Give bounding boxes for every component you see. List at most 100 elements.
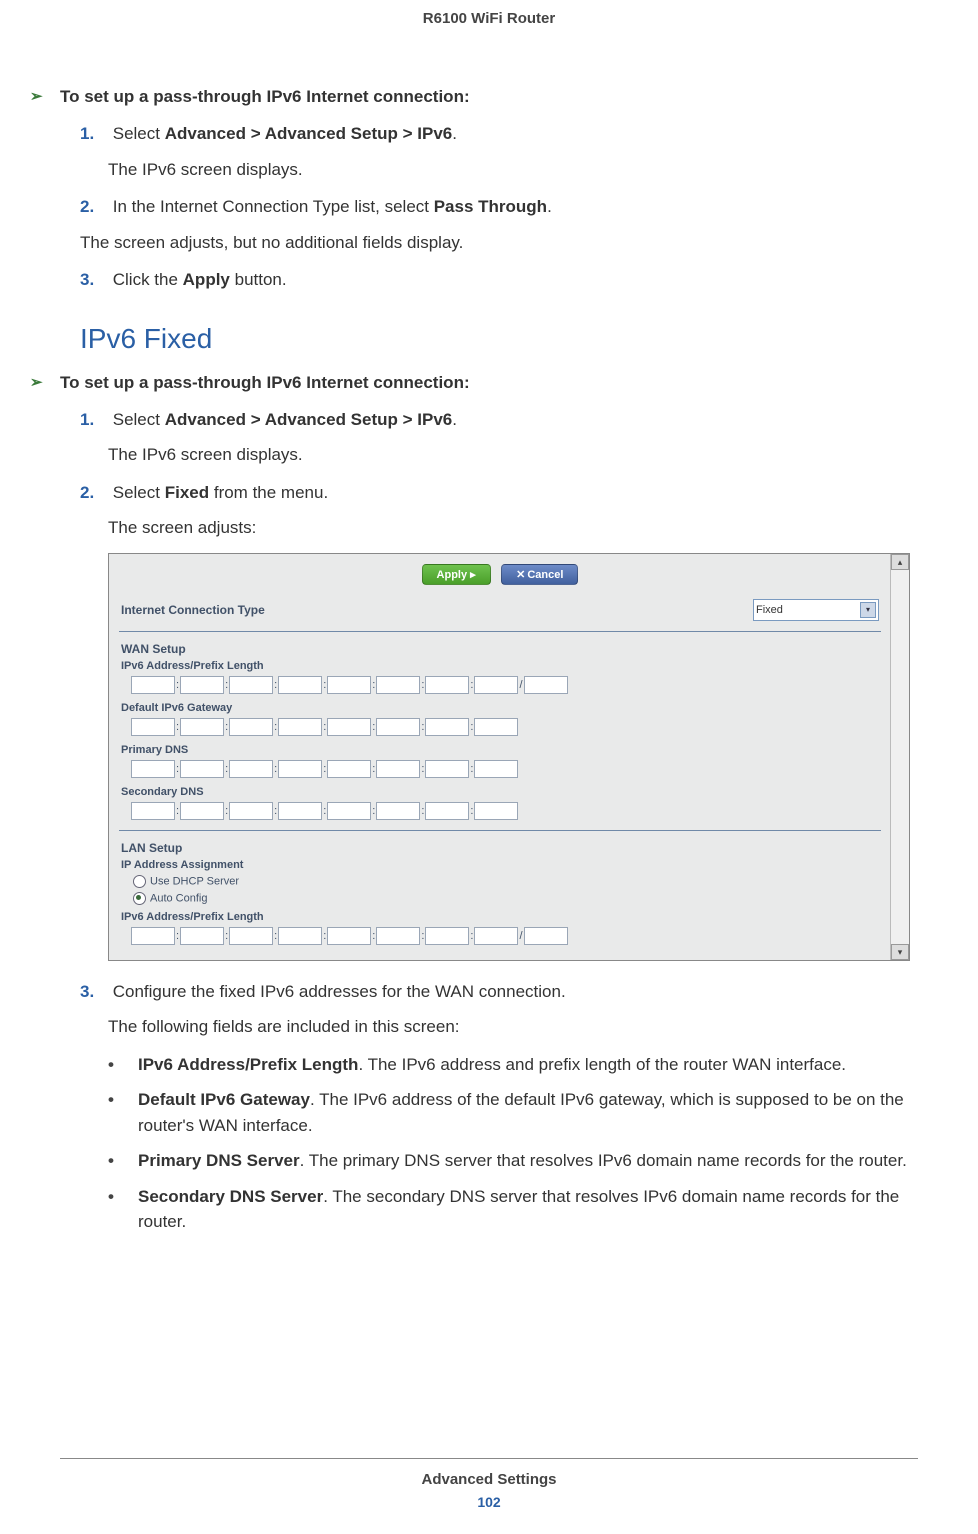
step-number: 2. (80, 194, 108, 220)
ip-segment-input[interactable] (474, 927, 518, 945)
ip-segment-input[interactable] (180, 927, 224, 945)
autoconfig-radio-label: Auto Config (150, 893, 207, 905)
dhcp-radio-label: Use DHCP Server (150, 876, 239, 888)
procedure-heading-2: To set up a pass-through IPv6 Internet c… (60, 373, 918, 393)
ip-segment-input[interactable] (376, 927, 420, 945)
step-1-2: 2. In the Internet Connection Type list,… (80, 194, 918, 220)
step-text: Click the (113, 270, 183, 289)
default-gateway-fields: ::::::: (119, 716, 881, 740)
ip-segment-input[interactable] (229, 676, 273, 694)
connection-type-value: Fixed (756, 604, 783, 616)
connection-type-label: Internet Connection Type (121, 603, 265, 617)
ipv6-address-prefix-label: IPv6 Address/Prefix Length (119, 656, 881, 674)
scroll-up-icon[interactable]: ▴ (891, 554, 909, 570)
list-item: Secondary DNS Server. The secondary DNS … (108, 1184, 918, 1235)
primary-dns-label: Primary DNS (119, 740, 881, 758)
ip-segment-input[interactable] (327, 760, 371, 778)
ip-segment-input[interactable] (131, 718, 175, 736)
ip-segment-input[interactable] (327, 802, 371, 820)
ip-segment-input[interactable] (376, 760, 420, 778)
step-text-bold: Fixed (165, 483, 209, 502)
step-text: In the Internet Connection Type list, se… (113, 197, 434, 216)
page-header: R6100 WiFi Router (60, 10, 918, 27)
ip-segment-input[interactable] (425, 718, 469, 736)
ip-segment-input[interactable] (376, 802, 420, 820)
autoconfig-radio-row[interactable]: Auto Config (119, 890, 881, 907)
ip-segment-input[interactable] (131, 802, 175, 820)
step-2-1: 1. Select Advanced > Advanced Setup > IP… (80, 407, 918, 433)
connection-type-select[interactable]: Fixed ▾ (753, 599, 879, 621)
ip-segment-input[interactable] (474, 802, 518, 820)
between-text: The screen adjusts, but no additional fi… (80, 230, 918, 256)
ip-segment-input[interactable] (278, 802, 322, 820)
step-number: 1. (80, 407, 108, 433)
footer-page-number: 102 (60, 1494, 918, 1510)
list-item-term: IPv6 Address/Prefix Length (138, 1055, 358, 1074)
ip-segment-input[interactable] (278, 760, 322, 778)
radio-icon[interactable] (133, 875, 146, 888)
secondary-dns-label: Secondary DNS (119, 782, 881, 800)
step-text: Select (113, 124, 165, 143)
ip-segment-input[interactable] (229, 760, 273, 778)
step-text-bold: Advanced > Advanced Setup > IPv6 (165, 410, 453, 429)
prefix-length-input[interactable] (524, 676, 568, 694)
secondary-dns-fields: ::::::: (119, 800, 881, 824)
step-text-tail: . (452, 124, 457, 143)
ip-segment-input[interactable] (180, 760, 224, 778)
ip-segment-input[interactable] (180, 802, 224, 820)
list-item-desc: . The IPv6 address and prefix length of … (358, 1055, 846, 1074)
dropdown-caret-icon: ▾ (860, 602, 876, 618)
lan-ipv6-address-prefix-label: IPv6 Address/Prefix Length (119, 907, 881, 925)
cancel-button[interactable]: ✕Cancel (501, 564, 578, 585)
ip-segment-input[interactable] (376, 676, 420, 694)
step-text-tail: from the menu. (209, 483, 328, 502)
ip-segment-input[interactable] (278, 927, 322, 945)
scroll-down-icon[interactable]: ▾ (891, 944, 909, 960)
ip-segment-input[interactable] (229, 802, 273, 820)
ip-segment-input[interactable] (425, 676, 469, 694)
step-text-bold: Apply (183, 270, 230, 289)
apply-button[interactable]: Apply ▸ (422, 564, 491, 585)
ip-segment-input[interactable] (131, 760, 175, 778)
list-item-term: Primary DNS Server (138, 1151, 300, 1170)
ip-segment-input[interactable] (376, 718, 420, 736)
ip-segment-input[interactable] (425, 760, 469, 778)
dhcp-radio-row[interactable]: Use DHCP Server (119, 873, 881, 890)
step-text-bold: Advanced > Advanced Setup > IPv6 (165, 124, 453, 143)
ip-segment-input[interactable] (278, 718, 322, 736)
ip-assignment-label: IP Address Assignment (119, 855, 881, 873)
ip-segment-input[interactable] (327, 676, 371, 694)
ip-segment-input[interactable] (180, 676, 224, 694)
step-text: Select (113, 483, 165, 502)
ip-segment-input[interactable] (474, 718, 518, 736)
ip-segment-input[interactable] (327, 927, 371, 945)
scrollbar[interactable]: ▴ ▾ (890, 554, 909, 960)
ip-segment-input[interactable] (425, 802, 469, 820)
ip-segment-input[interactable] (425, 927, 469, 945)
step-1-1-body: The IPv6 screen displays. (108, 157, 918, 183)
step-number: 3. (80, 979, 108, 1005)
prefix-length-input[interactable] (524, 927, 568, 945)
default-gateway-label: Default IPv6 Gateway (119, 698, 881, 716)
list-item-term: Secondary DNS Server (138, 1187, 323, 1206)
radio-icon[interactable] (133, 892, 146, 905)
footer-section: Advanced Settings (60, 1471, 918, 1488)
step-number: 2. (80, 480, 108, 506)
step-text: Configure the fixed IPv6 addresses for t… (113, 982, 566, 1001)
ip-segment-input[interactable] (131, 676, 175, 694)
section-heading-ipv6-fixed: IPv6 Fixed (80, 323, 918, 355)
ip-segment-input[interactable] (229, 927, 273, 945)
ip-segment-input[interactable] (474, 760, 518, 778)
step-text-bold: Pass Through (434, 197, 547, 216)
field-description-list: IPv6 Address/Prefix Length. The IPv6 add… (108, 1052, 918, 1235)
ip-segment-input[interactable] (180, 718, 224, 736)
ip-segment-input[interactable] (229, 718, 273, 736)
ip-segment-input[interactable] (278, 676, 322, 694)
ip-segment-input[interactable] (474, 676, 518, 694)
divider (119, 830, 881, 831)
step-text-tail: button. (230, 270, 287, 289)
ip-segment-input[interactable] (131, 927, 175, 945)
ip-segment-input[interactable] (327, 718, 371, 736)
lan-ipv6-address-fields: :::::::/ (119, 925, 881, 949)
cancel-label: Cancel (527, 569, 563, 581)
